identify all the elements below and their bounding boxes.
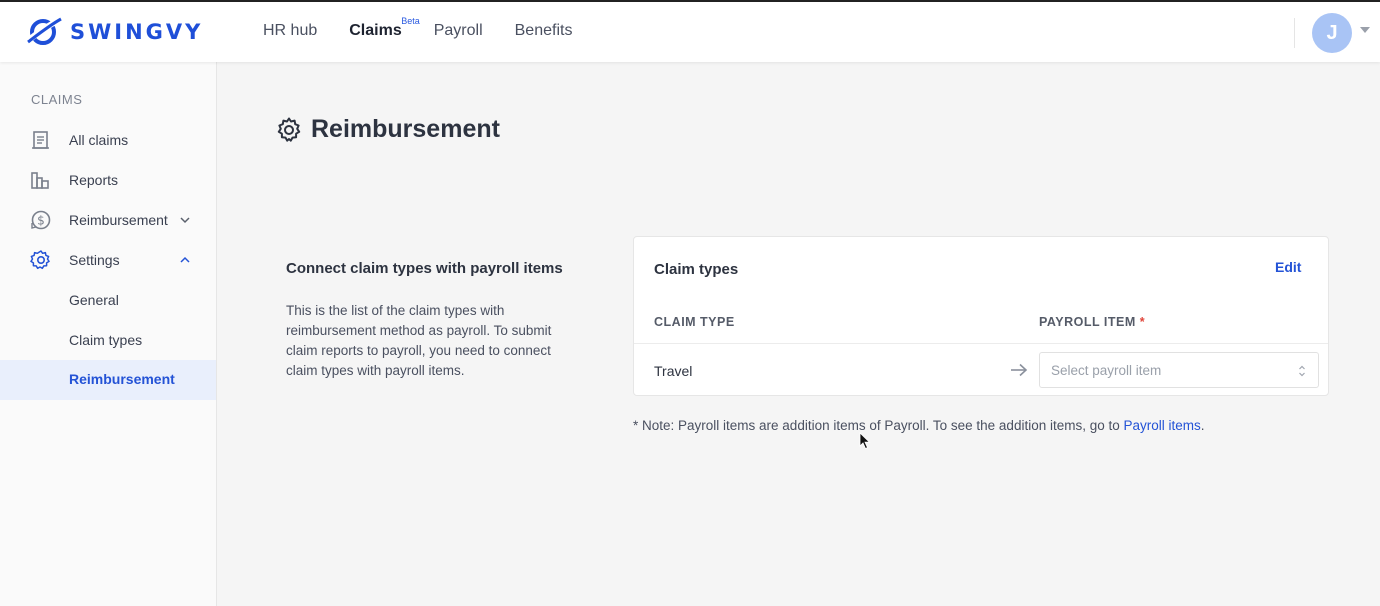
caret-down-icon[interactable] xyxy=(1360,27,1370,33)
sidebar-item-label: Settings xyxy=(69,252,120,268)
svg-text:$: $ xyxy=(37,214,45,228)
section-description: This is the list of the claim types with… xyxy=(286,303,552,378)
sidebar-subitem-general[interactable]: General xyxy=(69,292,119,308)
required-mark: * xyxy=(1139,315,1146,329)
nav-item-payroll[interactable]: Payroll xyxy=(434,22,483,40)
sidebar-item-reports[interactable]: Reports xyxy=(0,160,216,200)
user-avatar[interactable]: J xyxy=(1312,13,1352,53)
sidebar-item-all-claims[interactable]: All claims xyxy=(0,120,216,160)
nav-item-claims-label: Claims xyxy=(349,22,402,39)
column-header-payroll-item: PAYROLL ITEM * xyxy=(1039,315,1145,329)
note-suffix: . xyxy=(1200,418,1205,433)
table-row-claim-type: Travel xyxy=(654,363,693,379)
chevron-up-icon xyxy=(180,256,190,263)
note-text: * Note: Payroll items are addition items… xyxy=(633,418,1124,433)
sidebar-item-label: Reimbursement xyxy=(69,212,168,228)
beta-badge: Beta xyxy=(401,16,420,26)
sidebar: CLAIMS All claims Reports $ Reimbursemen… xyxy=(0,62,217,606)
row-divider xyxy=(634,343,1328,344)
column-header-claim-type: CLAIM TYPE xyxy=(654,315,735,329)
sidebar-subitem-claim-types[interactable]: Claim types xyxy=(69,332,142,348)
edit-button[interactable]: Edit xyxy=(1275,259,1301,275)
sidebar-item-reimbursement[interactable]: $ Reimbursement xyxy=(0,200,216,240)
payroll-items-link[interactable]: Payroll items xyxy=(1124,418,1201,433)
sidebar-item-label: All claims xyxy=(69,132,129,148)
brand-name: SWINGVY xyxy=(70,20,204,44)
updown-caret-icon xyxy=(1299,365,1305,377)
gear-icon xyxy=(277,117,301,142)
nav-item-hr-hub[interactable]: HR hub xyxy=(263,22,317,40)
top-navigation-bar: SWINGVY HR hub Claims Beta Payroll Benef… xyxy=(0,2,1380,62)
bar-chart-icon xyxy=(31,172,49,189)
sidebar-subitem-reimbursement[interactable]: Reimbursement xyxy=(0,360,216,400)
swingvy-logo[interactable]: SWINGVY xyxy=(26,16,203,48)
sidebar-item-settings[interactable]: Settings xyxy=(0,240,216,280)
mouse-cursor-icon xyxy=(859,432,871,450)
dollar-cycle-icon: $ xyxy=(31,210,51,230)
sidebar-heading: CLAIMS xyxy=(31,92,83,107)
sidebar-item-label: Reports xyxy=(69,172,119,188)
payroll-note: * Note: Payroll items are addition items… xyxy=(633,418,1205,433)
page-title: Reimbursement xyxy=(311,115,500,143)
claim-types-card: Claim types Edit CLAIM TYPE PAYROLL ITEM… xyxy=(633,236,1329,396)
main-nav: HR hub Claims Beta Payroll Benefits xyxy=(263,16,604,40)
document-icon xyxy=(32,131,49,149)
card-title: Claim types xyxy=(654,261,739,278)
nav-item-claims[interactable]: Claims Beta xyxy=(349,16,420,40)
avatar-initial: J xyxy=(1326,21,1338,44)
gear-icon xyxy=(30,250,50,270)
select-placeholder: Select payroll item xyxy=(1051,363,1162,378)
page-header: Reimbursement xyxy=(275,115,500,144)
sidebar-subitem-label: Reimbursement xyxy=(69,371,175,387)
chevron-down-icon xyxy=(180,217,190,224)
column-header-label: PAYROLL ITEM xyxy=(1039,315,1136,329)
nav-item-benefits[interactable]: Benefits xyxy=(515,22,573,40)
section-title: Connect claim types with payroll items xyxy=(286,260,563,277)
arrow-right-icon xyxy=(1011,363,1028,377)
payroll-item-select[interactable]: Select payroll item xyxy=(1039,352,1319,388)
swingvy-logo-icon xyxy=(27,17,62,45)
nav-divider xyxy=(1294,18,1295,48)
